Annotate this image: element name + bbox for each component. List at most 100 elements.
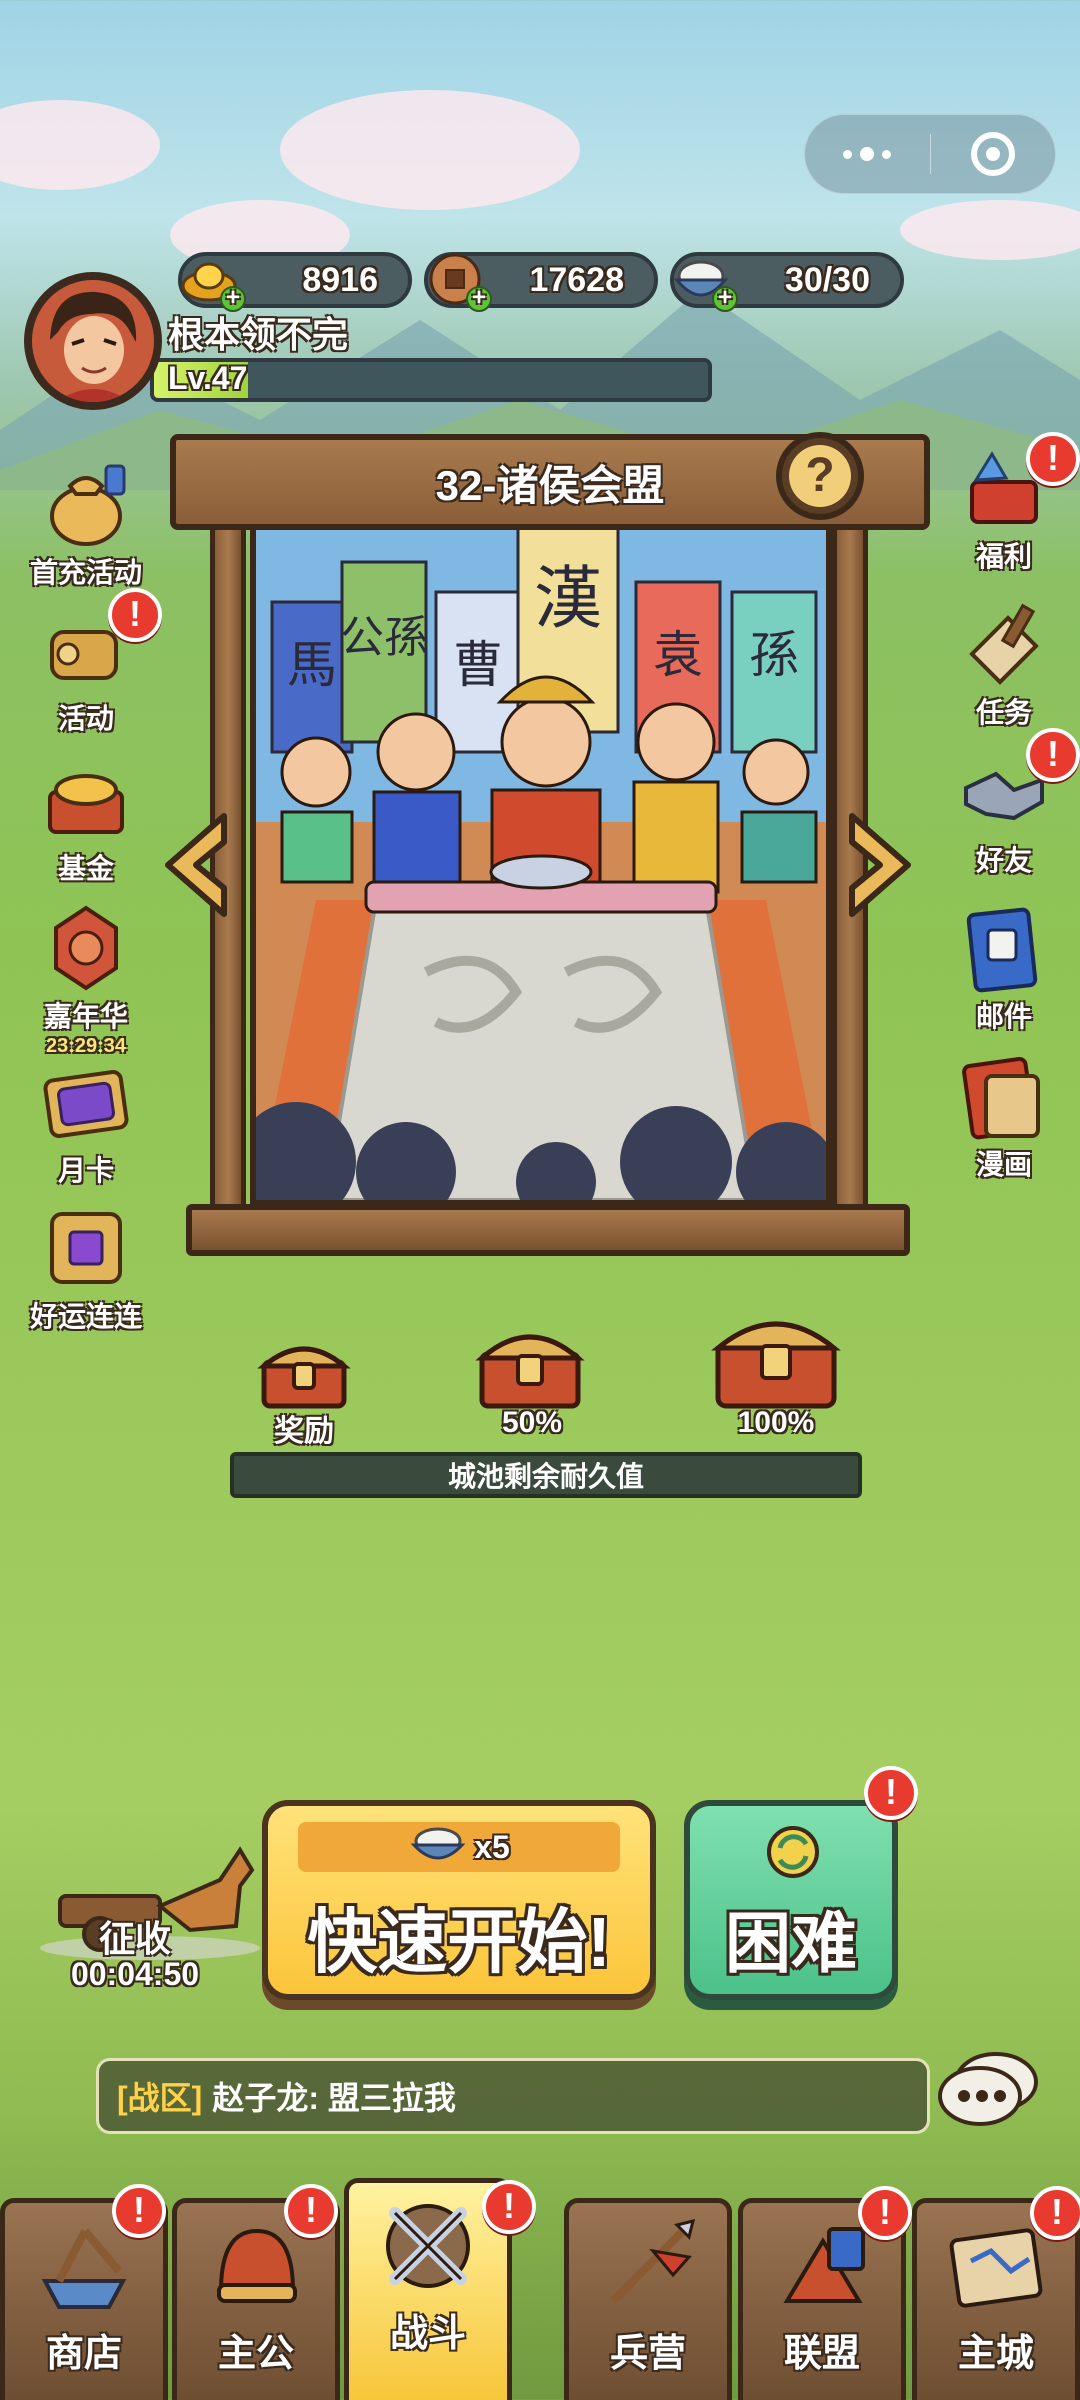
notification-badge-icon: ! bbox=[108, 588, 162, 642]
chat-message: 赵子龙: 盟三拉我 bbox=[212, 2080, 456, 2116]
notification-badge-icon: ! bbox=[864, 1766, 918, 1820]
reward-chest-label: 100% bbox=[737, 1406, 815, 1439]
banner-text: 公孫 bbox=[340, 612, 428, 663]
help-button[interactable]: ? bbox=[776, 432, 864, 520]
task-button[interactable]: 任务 bbox=[934, 596, 1074, 731]
first-recharge-button[interactable]: 首充活动 bbox=[16, 456, 156, 591]
notification-badge-icon: ! bbox=[1026, 728, 1080, 782]
stage-illustration[interactable]: 馬 公孫 曹 漢 袁 孫 bbox=[250, 516, 832, 1206]
banner-text: 曹 bbox=[453, 636, 503, 694]
durability-label: 城池剩余耐久值 bbox=[447, 1461, 644, 1492]
side-label: 好友 bbox=[975, 845, 1032, 876]
tab-label: 商店 bbox=[45, 2333, 122, 2375]
chat-channel: [战区] bbox=[117, 2080, 203, 2116]
player-name: 根本领不完 bbox=[168, 314, 349, 355]
side-label: 首充活动 bbox=[29, 557, 142, 588]
previous-stage-arrow-icon[interactable] bbox=[158, 810, 234, 920]
reward-chest-label: 奖励 bbox=[274, 1415, 334, 1448]
gold-value: 8916 bbox=[302, 260, 378, 299]
treasure-box-icon bbox=[48, 774, 124, 834]
collect-timer: 00:04:50 bbox=[70, 1956, 200, 1992]
alliance-flag-icon bbox=[783, 2227, 865, 2303]
more-dots-icon[interactable] bbox=[805, 147, 930, 161]
notification-badge-icon: ! bbox=[858, 2186, 912, 2240]
barracks-spear-icon bbox=[610, 2218, 696, 2304]
question-icon: ? bbox=[789, 445, 851, 507]
copper-resource-bar[interactable]: + 17628 bbox=[424, 252, 658, 312]
comic-book-icon bbox=[962, 1056, 1040, 1140]
reward-chest-icon[interactable] bbox=[256, 1328, 352, 1412]
quick-start-cost-value: x5 bbox=[474, 1828, 510, 1865]
player-level: Lv.47 bbox=[168, 360, 248, 396]
player-avatar[interactable] bbox=[24, 272, 162, 410]
experience-bar: Lv.47 bbox=[150, 358, 712, 402]
rice-bowl-icon bbox=[410, 1827, 466, 1860]
notification-badge-icon: ! bbox=[284, 2184, 338, 2238]
city-durability-bar: 城池剩余耐久值 bbox=[230, 1452, 862, 1498]
banner-text: 馬 bbox=[287, 636, 337, 694]
quick-start-button[interactable]: x5 快速开始! bbox=[262, 1800, 656, 2000]
notification-badge-icon: ! bbox=[1030, 2186, 1080, 2240]
side-label: 福利 bbox=[975, 541, 1032, 572]
rice-value: 30/30 bbox=[784, 260, 870, 299]
add-copper-icon[interactable]: + bbox=[466, 286, 492, 312]
mini-program-capsule bbox=[804, 114, 1056, 194]
close-target-icon[interactable] bbox=[930, 132, 1055, 176]
side-label: 活动 bbox=[57, 703, 114, 734]
frame-bottom-beam bbox=[186, 1204, 910, 1256]
comic-button[interactable]: 漫画 bbox=[934, 1048, 1074, 1183]
monthly-card-button[interactable]: 月卡 bbox=[16, 1054, 156, 1189]
tab-label: 联盟 bbox=[783, 2333, 860, 2375]
side-label: 月卡 bbox=[57, 1155, 114, 1186]
side-label: 任务 bbox=[975, 697, 1032, 728]
mail-button[interactable]: 邮件 bbox=[934, 900, 1074, 1035]
chat-bubbles-icon[interactable] bbox=[934, 2046, 1044, 2136]
tab-label: 兵营 bbox=[609, 2333, 686, 2375]
money-bag-icon bbox=[50, 464, 126, 546]
bottom-tab-bar: 商店 主公 战斗 兵营 联盟 主城 ! ! ! ! ! bbox=[0, 2178, 1080, 2400]
lucky-box-icon bbox=[50, 1212, 122, 1284]
side-label: 好运连连 bbox=[29, 1301, 142, 1332]
gold-resource-bar[interactable]: + 8916 bbox=[178, 252, 412, 312]
banner-text: 孫 bbox=[749, 626, 799, 684]
reward-chest-label: 50% bbox=[501, 1406, 563, 1439]
side-label: 嘉年华 bbox=[43, 1001, 128, 1032]
reward-chest-100-icon[interactable] bbox=[710, 1298, 842, 1412]
good-luck-button[interactable]: 好运连连 bbox=[16, 1200, 156, 1335]
stage-scene: 馬 公孫 曹 漢 袁 孫 bbox=[256, 522, 826, 1200]
reward-chest-50-icon[interactable] bbox=[474, 1314, 586, 1412]
activity-button[interactable]: 活动 ! bbox=[16, 588, 162, 737]
side-label: 基金 bbox=[57, 853, 114, 884]
mail-icon bbox=[966, 907, 1038, 993]
quest-scroll-icon bbox=[969, 603, 1039, 685]
tab-label: 战斗 bbox=[389, 2313, 466, 2355]
rice-resource-bar[interactable]: + 30/30 bbox=[670, 252, 904, 312]
tab-label: 主城 bbox=[957, 2333, 1034, 2375]
friends-button[interactable]: 好友 ! bbox=[934, 728, 1080, 879]
crossed-swords-icon bbox=[386, 2204, 470, 2288]
notification-badge-icon: ! bbox=[482, 2180, 536, 2234]
collect-label: 征收 bbox=[98, 1918, 171, 1959]
cloud bbox=[0, 100, 160, 190]
hard-mode-button[interactable]: 困难 bbox=[684, 1800, 898, 2000]
cloud bbox=[280, 90, 580, 210]
fund-button[interactable]: 基金 bbox=[16, 752, 156, 887]
refresh-icon bbox=[767, 1826, 819, 1878]
tab-barracks[interactable]: 兵营 bbox=[564, 2198, 732, 2400]
welfare-button[interactable]: 福利 ! bbox=[934, 432, 1080, 575]
side-label: 邮件 bbox=[975, 1001, 1032, 1032]
banner-text: 袁 bbox=[653, 626, 703, 684]
add-rice-icon[interactable]: + bbox=[712, 286, 738, 312]
quick-start-cost: x5 bbox=[298, 1822, 620, 1872]
monthly-card-icon bbox=[43, 1070, 129, 1138]
notification-badge-icon: ! bbox=[1026, 432, 1080, 486]
chat-bar[interactable]: [战区] 赵子龙: 盟三拉我 bbox=[96, 2058, 930, 2134]
quick-start-label: 快速开始! bbox=[307, 1903, 611, 1981]
tab-label: 主公 bbox=[217, 2333, 294, 2375]
copper-value: 17628 bbox=[529, 260, 624, 299]
carnival-token-icon bbox=[54, 905, 118, 991]
side-label: 漫画 bbox=[975, 1149, 1032, 1180]
next-stage-arrow-icon[interactable] bbox=[842, 810, 918, 920]
banner-text: 漢 bbox=[534, 560, 602, 639]
carnival-button[interactable]: 嘉年华 23:29:34 bbox=[16, 900, 156, 1058]
